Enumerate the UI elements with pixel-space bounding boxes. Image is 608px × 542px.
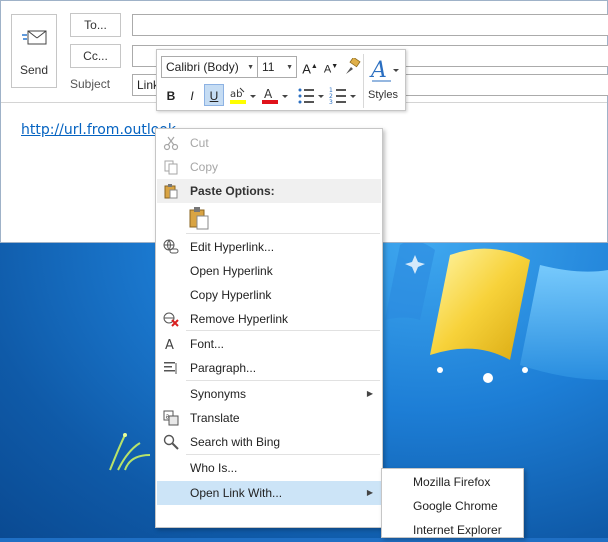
open-link-with-label: Open Link With... bbox=[190, 486, 283, 500]
copy-hyperlink-label: Copy Hyperlink bbox=[190, 288, 272, 302]
open-hyperlink-label: Open Hyperlink bbox=[190, 264, 273, 278]
svg-text:A: A bbox=[264, 87, 273, 101]
chevron-right-icon: ▶ bbox=[366, 389, 373, 398]
menu-item-cut[interactable]: Cut bbox=[157, 131, 381, 155]
styles-icon[interactable]: A bbox=[369, 55, 401, 85]
underline-button[interactable]: U bbox=[204, 84, 224, 106]
font-color-icon[interactable]: A bbox=[261, 86, 289, 106]
menu-item-who-is[interactable]: Who Is... bbox=[157, 456, 381, 480]
open-link-with-submenu: Mozilla Firefox Google Chrome Internet E… bbox=[381, 468, 524, 538]
font-name-select[interactable]: Calibri (Body) ▼ bbox=[161, 56, 258, 78]
chevron-down-icon: ▼ bbox=[247, 64, 254, 71]
font-size-select[interactable]: 11 ▼ bbox=[257, 56, 297, 78]
remove-link-icon bbox=[163, 312, 179, 327]
translate-label: Translate bbox=[190, 411, 240, 425]
menu-divider bbox=[186, 454, 380, 455]
submenu-item-firefox[interactable]: Mozilla Firefox bbox=[382, 470, 523, 494]
format-painter-icon[interactable] bbox=[343, 58, 361, 76]
to-field[interactable] bbox=[132, 14, 608, 36]
send-envelope-icon bbox=[22, 30, 47, 45]
chevron-down-icon: ▼ bbox=[286, 64, 293, 71]
font-label: Font... bbox=[190, 337, 225, 351]
toolbar-divider bbox=[363, 54, 364, 108]
menu-item-search-bing[interactable]: Search with Bing bbox=[157, 430, 381, 454]
paragraph-label: Paragraph... bbox=[190, 361, 257, 375]
menu-item-copy-hyperlink[interactable]: Copy Hyperlink bbox=[157, 283, 381, 307]
menu-item-font[interactable]: A Font... bbox=[157, 332, 381, 356]
svg-text:3: 3 bbox=[329, 99, 333, 106]
numbering-icon[interactable]: 1 2 3 bbox=[329, 86, 357, 106]
windows-logo bbox=[385, 241, 608, 383]
highlight-color-icon[interactable]: ab bbox=[229, 86, 257, 106]
font-name-value: Calibri (Body) bbox=[166, 60, 239, 74]
synonyms-label: Synonyms bbox=[190, 387, 247, 401]
font-size-value: 11 bbox=[262, 60, 275, 74]
copy-label: Copy bbox=[190, 160, 219, 174]
paste-options-label: Paste Options: bbox=[190, 184, 275, 198]
menu-item-synonyms[interactable]: Synonyms ▶ bbox=[157, 382, 381, 406]
svg-text:ab: ab bbox=[230, 89, 242, 100]
menu-item-open-link-with[interactable]: Open Link With... ▶ bbox=[157, 481, 381, 505]
copy-icon bbox=[164, 160, 178, 175]
shrink-font-button[interactable]: A▼ bbox=[321, 56, 341, 78]
translate-icon: a bbox=[163, 410, 179, 426]
chevron-right-icon: ▶ bbox=[366, 488, 373, 497]
send-button[interactable]: Send bbox=[11, 14, 57, 88]
scissors-icon bbox=[163, 136, 179, 151]
subject-label: Subject bbox=[70, 77, 111, 91]
menu-item-remove-hyperlink[interactable]: Remove Hyperlink bbox=[157, 307, 381, 331]
paste-keep-text-icon[interactable] bbox=[187, 205, 213, 231]
context-menu: Cut Copy Paste Options: Edit Hyperlink..… bbox=[155, 128, 383, 528]
edit-hyperlink-label: Edit Hyperlink... bbox=[190, 240, 275, 254]
italic-button[interactable]: I bbox=[182, 85, 202, 107]
bullets-icon[interactable] bbox=[297, 86, 325, 106]
cc-button[interactable]: Cc... bbox=[70, 44, 121, 68]
who-is-label: Who Is... bbox=[190, 461, 238, 475]
grass-decoration bbox=[109, 433, 151, 471]
menu-divider bbox=[186, 380, 380, 381]
menu-item-copy[interactable]: Copy bbox=[157, 155, 381, 179]
submenu-item-internet-explorer[interactable]: Internet Explorer bbox=[382, 518, 523, 542]
menu-item-edit-hyperlink[interactable]: Edit Hyperlink... bbox=[157, 235, 381, 259]
menu-item-translate[interactable]: a Translate bbox=[157, 406, 381, 430]
search-bing-label: Search with Bing bbox=[190, 435, 281, 449]
remove-hyperlink-label: Remove Hyperlink bbox=[190, 312, 289, 326]
hyperlink-globe-icon bbox=[163, 239, 179, 254]
cut-label: Cut bbox=[190, 136, 209, 150]
styles-label: Styles bbox=[368, 89, 398, 101]
grow-font-icon: A bbox=[302, 61, 311, 77]
paste-options-header: Paste Options: bbox=[157, 179, 381, 203]
menu-divider bbox=[186, 233, 380, 234]
svg-text:A: A bbox=[369, 58, 387, 83]
svg-text:A: A bbox=[165, 338, 174, 352]
bold-button[interactable]: B bbox=[161, 85, 181, 107]
search-icon bbox=[163, 434, 179, 450]
menu-divider bbox=[186, 330, 380, 331]
mini-toolbar: Calibri (Body) ▼ 11 ▼ A▲ A▼ B I U ab A 1… bbox=[156, 49, 406, 111]
menu-item-open-hyperlink[interactable]: Open Hyperlink bbox=[157, 259, 381, 283]
clipboard-icon bbox=[164, 184, 178, 199]
body-hyperlink[interactable]: http://url.from.outlook bbox=[21, 122, 176, 138]
paragraph-icon bbox=[164, 362, 177, 374]
to-button[interactable]: To... bbox=[70, 13, 121, 37]
menu-item-paragraph[interactable]: Paragraph... bbox=[157, 356, 381, 380]
send-label: Send bbox=[19, 63, 49, 77]
font-icon: A bbox=[165, 338, 174, 352]
submenu-item-chrome[interactable]: Google Chrome bbox=[382, 494, 523, 518]
grow-font-button[interactable]: A▲ bbox=[300, 56, 320, 78]
